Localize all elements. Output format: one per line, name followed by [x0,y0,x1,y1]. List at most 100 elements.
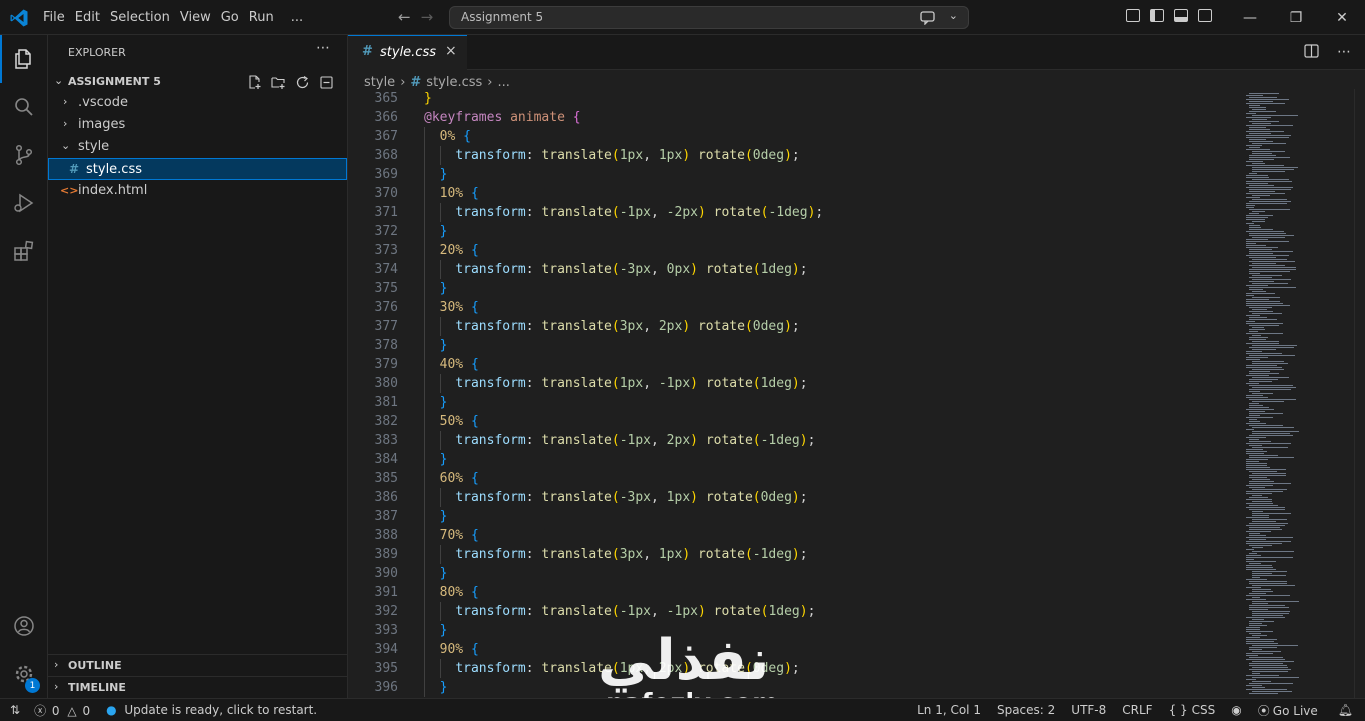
minimap-line [1246,465,1267,466]
encoding[interactable]: UTF-8 [1063,703,1114,717]
restore-icon[interactable]: ❐ [1273,0,1319,35]
refresh-icon[interactable] [294,74,310,90]
line-number: 386 [374,490,398,505]
chevron-down-icon[interactable]: ⌄ [949,9,958,22]
minimap-line [1249,533,1260,534]
minimap-line [1249,487,1265,488]
vertical-scrollbar[interactable] [1354,89,1365,698]
minimap-line [1252,645,1298,646]
minimap-line [1249,583,1287,584]
code-line: 374 transform: translate(-3px, 0px) rota… [348,260,1244,279]
minimap-line [1249,623,1262,624]
minimap-line [1246,567,1273,568]
menu-file[interactable]: File [38,10,70,25]
tree-item-label: images [78,117,126,132]
breadcrumb-symbol[interactable]: ... [498,75,510,90]
tab-style-css[interactable]: # style.css × [348,35,467,70]
timeline-section[interactable]: › TIMELINE [48,676,347,698]
explorer-activity[interactable] [0,35,48,83]
close-icon[interactable]: × [445,43,457,59]
menu-run[interactable]: Run [244,10,279,25]
customize-layout-icon[interactable] [1126,9,1140,22]
minimap-line [1252,667,1288,668]
menu-edit[interactable]: Edit [70,10,105,25]
cursor-position[interactable]: Ln 1, Col 1 [909,703,989,717]
menu-selection[interactable]: Selection [105,10,175,25]
minimap-line [1246,653,1273,654]
toggle-panel-icon[interactable] [1174,9,1188,22]
run-debug-activity[interactable] [0,179,48,227]
error-icon: ⓧ [34,703,47,718]
menu-bar: File Edit Selection View Go Run ... [38,0,308,35]
new-file-icon[interactable] [246,74,262,90]
toggle-primary-sidebar-icon[interactable] [1150,9,1164,22]
collapse-all-icon[interactable] [318,74,334,90]
minimap-line [1249,405,1263,406]
tree-item-style-css[interactable]: # style.css [48,158,347,180]
menu-more[interactable]: ... [279,10,308,25]
new-folder-icon[interactable] [270,74,286,90]
watermark-logo-arabic: نفذلي [598,628,770,693]
back-arrow-icon[interactable]: ← [398,8,411,26]
minimap-line [1252,297,1280,298]
code-editor[interactable]: 365} 366 @keyframes animate {367 0% {368 t… [348,89,1244,698]
minimap-line [1249,111,1276,112]
menu-view[interactable]: View [175,10,216,25]
bell-icon[interactable]: 🔔︎ [1326,703,1365,717]
outline-section[interactable]: › OUTLINE [48,654,347,676]
go-live-button[interactable]: ⦿ Go Live [1250,702,1326,719]
minimap-line [1246,461,1259,462]
minimap-line [1252,327,1264,328]
minimap-line [1249,471,1277,472]
line-number: 388 [374,528,398,543]
tree-item-vscode[interactable]: › .vscode [48,92,347,114]
minimap-line [1252,573,1272,574]
minimap-line [1252,473,1286,474]
remote-icon[interactable]: ⇅ [0,703,30,717]
copilot-icon[interactable]: ◉ [1223,703,1249,717]
menu-go[interactable]: Go [216,10,244,25]
minimap-line [1249,251,1293,252]
toggle-secondary-sidebar-icon[interactable] [1198,9,1212,22]
tree-item-style-folder[interactable]: ⌄ style [48,136,347,158]
minimap-line [1249,421,1260,422]
minimap-line [1252,283,1288,284]
search-activity[interactable] [0,83,48,131]
breadcrumb-folder[interactable]: style [364,75,395,90]
more-actions-icon[interactable]: ⋯ [316,40,330,56]
minimap-line [1249,609,1268,610]
copilot-chat-icon[interactable] [920,10,936,25]
minimize-icon[interactable]: — [1227,0,1273,35]
minimap-line [1246,207,1254,208]
split-editor-icon[interactable] [1304,44,1319,62]
source-control-activity[interactable] [0,131,48,179]
extensions-activity[interactable] [0,227,48,275]
minimap-line [1246,637,1260,638]
command-center-search[interactable]: Assignment 5 ⌄ [449,6,969,29]
minimap-line [1246,247,1278,248]
line-number: 390 [374,566,398,581]
update-indicator[interactable]: ● Update is ready, click to restart. [96,703,327,717]
breadcrumb-file[interactable]: style.css [426,75,482,90]
minimap-line [1246,417,1273,418]
problems-indicator[interactable]: ⓧ 0 △ 0 [30,702,96,719]
more-actions-icon[interactable]: ⋯ [1337,44,1351,62]
workspace-folder-header[interactable]: ⌄ ASSIGNMENT 5 [48,72,347,94]
accounts-activity[interactable] [0,602,48,650]
minimap-line [1252,521,1276,522]
indentation[interactable]: Spaces: 2 [989,703,1063,717]
end-of-line[interactable]: CRLF [1114,703,1160,717]
minimap-line [1246,641,1274,642]
minimap-line [1249,191,1275,192]
close-window-icon[interactable]: ✕ [1319,0,1365,35]
minimap-line [1246,239,1268,240]
language-mode[interactable]: { } CSS [1161,703,1224,717]
tree-item-images[interactable]: › images [48,114,347,136]
minimap-line [1249,209,1290,210]
tree-item-index-html[interactable]: <> index.html [48,180,347,202]
forward-arrow-icon[interactable]: → [421,8,434,26]
minimap[interactable] [1244,89,1354,698]
line-number: 381 [374,395,398,410]
manage-activity[interactable]: 1 [0,650,48,698]
minimap-line [1246,375,1269,376]
